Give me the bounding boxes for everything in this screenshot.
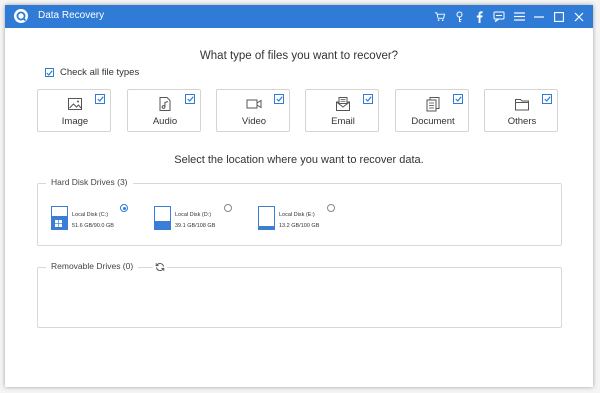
- file-type-label: Others: [507, 116, 537, 127]
- drive-e[interactable]: Local Disk (E:) 13.2 GB/100 GB: [258, 206, 358, 234]
- document-icon: [426, 97, 440, 112]
- video-icon: [246, 99, 262, 109]
- hard-drive-icon: [51, 206, 68, 230]
- file-type-checkbox[interactable]: [185, 94, 195, 104]
- refresh-icon[interactable]: [153, 260, 167, 274]
- check-all-label: Check all file types: [60, 67, 140, 78]
- check-all-file-types[interactable]: Check all file types: [45, 67, 139, 78]
- drive-c[interactable]: Local Disk (C:) 51.6 GB/90.0 GB: [51, 206, 151, 234]
- app-window: Data Recovery What type of files you wan…: [5, 5, 593, 387]
- file-type-checkbox[interactable]: [453, 94, 463, 104]
- drive-name: Local Disk (C:): [72, 212, 109, 218]
- file-type-document[interactable]: Document: [395, 89, 469, 132]
- file-type-label: Document: [411, 116, 455, 127]
- drive-d[interactable]: Local Disk (D:) 39.1 GB/108 GB: [154, 206, 254, 234]
- hard-disk-drives-group: Hard Disk Drives (3) Local Disk (C:) 51.…: [37, 177, 562, 246]
- file-type-video[interactable]: Video: [216, 89, 290, 132]
- file-type-label: Image: [61, 116, 89, 127]
- window-title: Data Recovery: [38, 10, 105, 21]
- folder-icon: [515, 99, 529, 111]
- titlebar-controls: [429, 5, 589, 28]
- file-type-checkbox[interactable]: [542, 94, 552, 104]
- facebook-icon[interactable]: [469, 5, 489, 28]
- drive-name: Local Disk (D:): [175, 212, 212, 218]
- file-type-checkbox[interactable]: [95, 94, 105, 104]
- location-heading: Select the location where you want to re…: [174, 154, 424, 166]
- hard-drive-icon: [258, 206, 275, 230]
- file-type-checkbox[interactable]: [274, 94, 284, 104]
- drive-c-radio[interactable]: [120, 204, 128, 212]
- file-type-label: Email: [331, 116, 355, 127]
- file-type-label: Audio: [152, 116, 178, 127]
- hard-drive-icon: [154, 206, 171, 230]
- check-all-checkbox[interactable]: [45, 68, 54, 77]
- image-icon: [68, 98, 82, 110]
- close-icon[interactable]: [569, 5, 589, 28]
- drive-d-radio[interactable]: [224, 204, 232, 212]
- app-logo-icon: [14, 9, 28, 23]
- removable-drives-title: Removable Drives (0): [46, 261, 139, 271]
- email-icon: [336, 97, 350, 111]
- file-type-label: Video: [241, 116, 267, 127]
- menu-icon[interactable]: [509, 5, 529, 28]
- removable-drives-group: Removable Drives (0): [37, 260, 562, 328]
- file-type-image[interactable]: Image: [37, 89, 111, 132]
- feedback-icon[interactable]: [489, 5, 509, 28]
- file-type-list: Image Audio Video Email Document Others: [37, 89, 563, 134]
- drive-name: Local Disk (E:): [279, 212, 315, 218]
- file-types-heading: What type of files you want to recover?: [199, 50, 399, 62]
- file-type-email[interactable]: Email: [305, 89, 379, 132]
- windows-icon: [55, 220, 62, 227]
- hard-disk-drives-title: Hard Disk Drives (3): [46, 177, 133, 187]
- key-icon[interactable]: [449, 5, 469, 28]
- file-type-others[interactable]: Others: [484, 89, 558, 132]
- file-type-checkbox[interactable]: [363, 94, 373, 104]
- drive-size: 13.2 GB/100 GB: [279, 223, 320, 229]
- title-bar: Data Recovery: [5, 5, 593, 28]
- drive-usage-fill: [259, 226, 274, 229]
- maximize-icon[interactable]: [549, 5, 569, 28]
- drive-usage-fill: [155, 221, 170, 229]
- drive-e-radio[interactable]: [327, 204, 335, 212]
- drive-size: 51.6 GB/90.0 GB: [72, 223, 114, 229]
- file-type-audio[interactable]: Audio: [127, 89, 201, 132]
- drive-size: 39.1 GB/108 GB: [175, 223, 216, 229]
- audio-icon: [159, 97, 171, 111]
- minimize-icon[interactable]: [529, 5, 549, 28]
- cart-icon[interactable]: [429, 5, 449, 28]
